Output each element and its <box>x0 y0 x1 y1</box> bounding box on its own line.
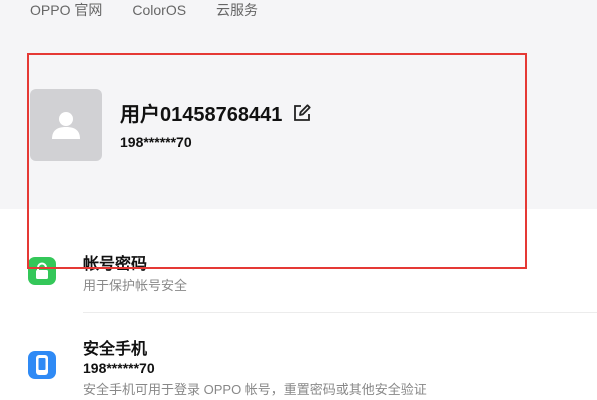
list-item-security-phone[interactable]: 安全手机 198******70 安全手机可用于登录 OPPO 帐号，重置密码或… <box>0 313 597 400</box>
list-item-account-password[interactable]: 帐号密码 用于保护帐号安全 <box>0 209 597 312</box>
user-avatar-placeholder-icon <box>52 112 80 139</box>
avatar[interactable] <box>30 89 102 161</box>
username-row: 用户01458768441 <box>120 98 312 127</box>
item-desc-password: 用于保护帐号安全 <box>83 278 188 293</box>
item-title-security-phone: 安全手机 <box>83 341 148 358</box>
edit-pencil-icon <box>294 103 311 121</box>
lock-icon-badge <box>28 257 56 285</box>
profile-phone: 198******70 <box>120 134 192 150</box>
nav-link-coloros[interactable]: ColorOS <box>132 2 186 18</box>
phone-icon <box>36 355 48 375</box>
nav-link-oppo-official[interactable]: OPPO 官网 <box>30 0 102 20</box>
item-desc-security-phone: 安全手机可用于登录 OPPO 帐号，重置密码或其他安全验证 <box>83 382 427 397</box>
item-title-password: 帐号密码 <box>83 256 148 273</box>
username: 用户01458768441 <box>120 104 283 126</box>
lock-icon <box>36 262 48 279</box>
edit-username-button[interactable] <box>292 103 312 123</box>
nav-link-cloud-service[interactable]: 云服务 <box>216 0 258 20</box>
phone-icon-badge <box>28 351 56 379</box>
item-value-security-phone: 198******70 <box>83 360 155 376</box>
top-nav: OPPO 官网 ColorOS 云服务 <box>30 1 288 19</box>
